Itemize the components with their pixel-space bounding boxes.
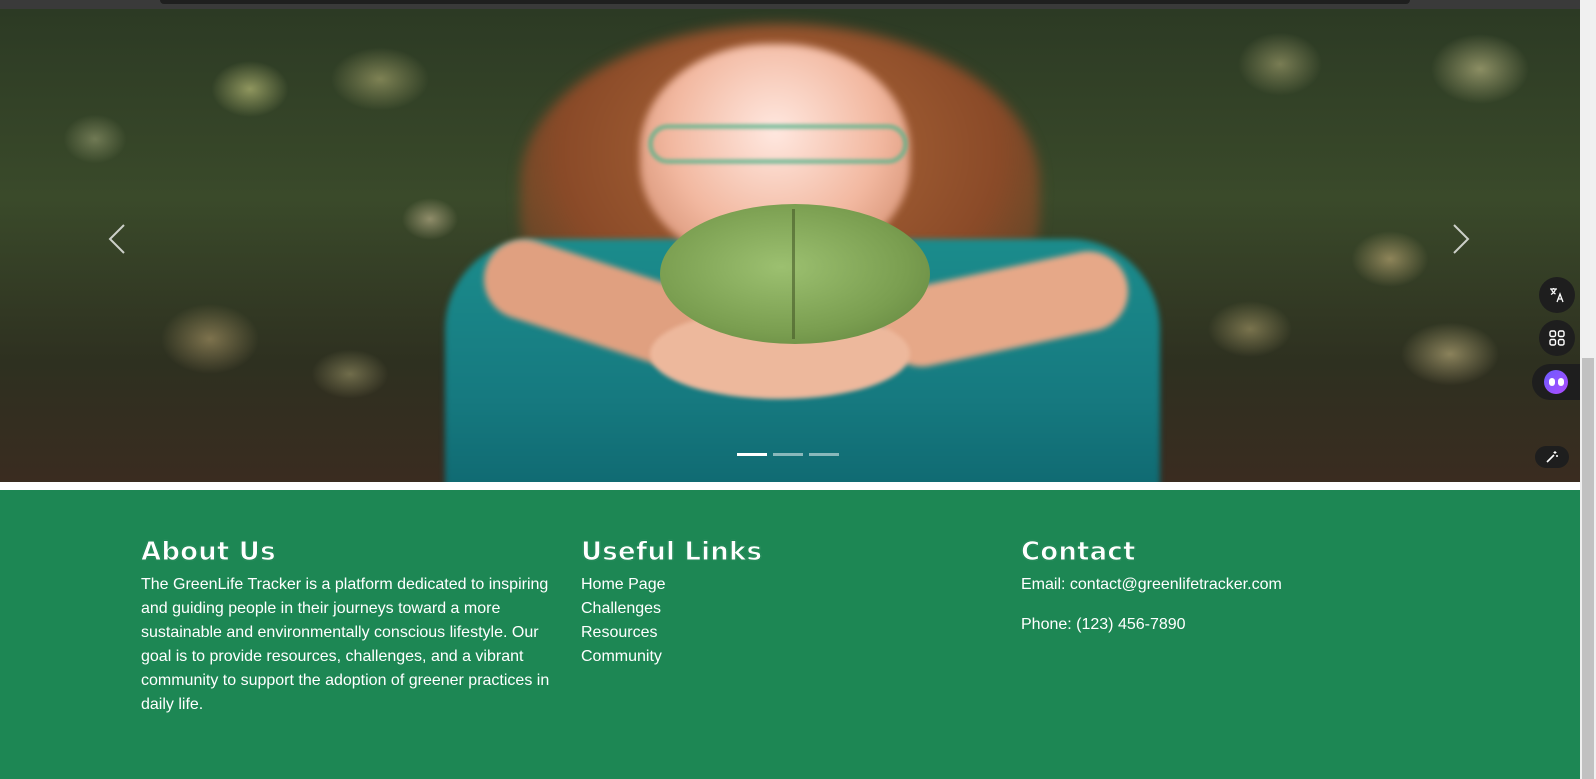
assistant-extension-button[interactable]: [1532, 364, 1580, 400]
carousel-indicator-3[interactable]: [809, 453, 839, 456]
assistant-eye-right: [1557, 378, 1564, 386]
hero-carousel: [0, 9, 1580, 482]
page-scrollbar[interactable]: [1580, 0, 1596, 779]
footer-about-text: The GreenLife Tracker is a platform dedi…: [141, 576, 550, 713]
carousel-next-button[interactable]: [1446, 219, 1476, 259]
assistant-face-icon: [1544, 370, 1568, 394]
footer-links-list: Home Page Challenges Resources Community: [581, 573, 981, 669]
footer-about-section: About Us The GreenLife Tracker is a plat…: [141, 536, 551, 717]
chevron-right-icon: [1453, 224, 1470, 254]
footer-links-section: Useful Links Home Page Challenges Resour…: [581, 536, 981, 669]
carousel-indicator-1[interactable]: [737, 453, 767, 456]
browser-top-strip: [0, 0, 1580, 9]
magic-wand-icon: [1546, 451, 1558, 463]
footer-links-title: Useful Links: [581, 537, 763, 568]
footer-link-item: Home Page: [581, 573, 981, 597]
footer-contact-section: Contact Email: contact@greenlifetracker.…: [1021, 536, 1421, 653]
footer-contact-email: Email: contact@greenlifetracker.com: [1021, 576, 1282, 593]
browser-address-edge: [160, 0, 1410, 4]
assistant-eye-left: [1548, 378, 1555, 386]
footer-link-home[interactable]: Home Page: [581, 576, 666, 593]
translate-extension-button[interactable]: [1539, 277, 1575, 313]
hero-image-glasses: [648, 124, 908, 164]
footer-contact-phone: Phone: (123) 456-7890: [1021, 616, 1186, 633]
footer-link-item: Community: [581, 645, 981, 669]
carousel-prev-button[interactable]: [102, 219, 132, 259]
footer-link-resources[interactable]: Resources: [581, 624, 657, 641]
apps-extension-button[interactable]: [1539, 320, 1575, 356]
site-footer: About Us The GreenLife Tracker is a plat…: [0, 490, 1580, 779]
footer-link-item: Resources: [581, 621, 981, 645]
footer-contact-title: Contact: [1021, 537, 1136, 568]
footer-link-community[interactable]: Community: [581, 648, 662, 665]
hero-image-leaf: [660, 204, 930, 344]
footer-link-item: Challenges: [581, 597, 981, 621]
footer-link-challenges[interactable]: Challenges: [581, 600, 661, 617]
chevron-left-icon: [108, 224, 125, 254]
scrollbar-thumb[interactable]: [1582, 358, 1594, 779]
magic-extension-button[interactable]: [1535, 446, 1569, 468]
footer-about-title: About Us: [141, 537, 277, 568]
translate-icon: [1550, 288, 1564, 303]
carousel-indicators: [737, 453, 839, 456]
apps-grid-icon: [1549, 330, 1565, 346]
carousel-indicator-2[interactable]: [773, 453, 803, 456]
